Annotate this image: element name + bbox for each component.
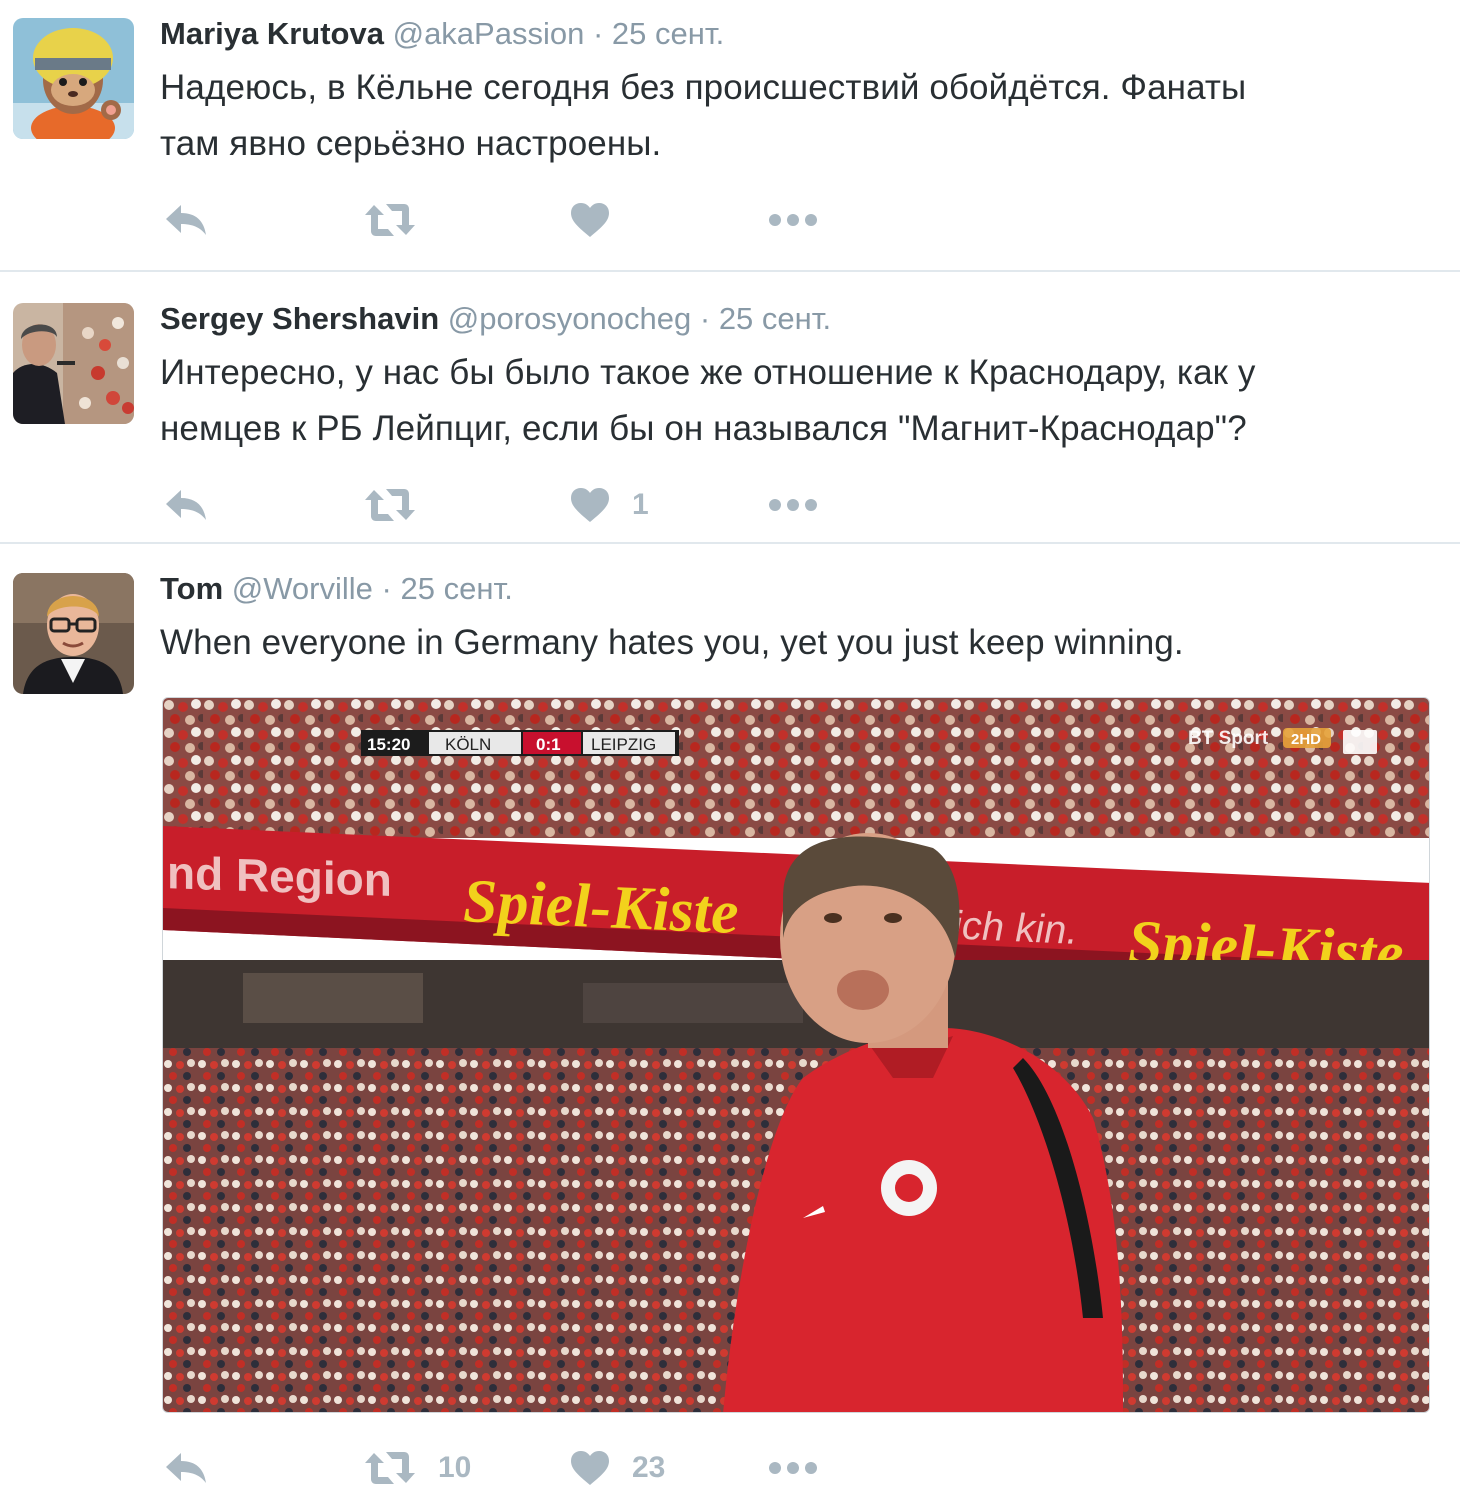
author-handle[interactable]: @akaPassion — [393, 16, 585, 51]
tweet-actions: 1 — [160, 480, 860, 530]
tweet-header: Tom @Worville · 25 сент. — [160, 569, 513, 609]
tweet-actions: 10 23 — [160, 1443, 860, 1493]
retweet-icon — [365, 489, 415, 521]
tweet-header: Mariya Krutova @akaPassion · 25 сент. — [160, 14, 724, 54]
tweet-text: When everyone in Germany hates you, yet … — [160, 615, 1420, 671]
reply-button[interactable] — [164, 480, 208, 530]
tweet-text: Надеюсь, в Кёльне сегодня без происшеств… — [160, 60, 1420, 172]
reply-icon — [166, 1453, 206, 1483]
score: 0:1 — [536, 735, 561, 754]
broadcaster-name: BT Sport — [1188, 728, 1269, 749]
like-count: 23 — [632, 1451, 666, 1484]
astronaut-bunny-avatar — [13, 18, 134, 139]
like-button[interactable]: 23 — [570, 1443, 665, 1493]
reply-button[interactable] — [164, 1443, 208, 1493]
tweet-text-line: Надеюсь, в Кёльне сегодня без происшеств… — [160, 68, 1247, 107]
timestamp[interactable]: 25 сент. — [612, 16, 724, 51]
avatar[interactable] — [13, 303, 134, 424]
reply-button[interactable] — [164, 195, 208, 245]
more-button[interactable] — [768, 195, 818, 245]
heart-icon — [571, 1451, 609, 1485]
author-name[interactable]: Sergey Shershavin — [160, 301, 439, 336]
more-dots-icon — [769, 499, 817, 511]
tweet-header: Sergey Shershavin @porosyonocheg · 25 се… — [160, 299, 831, 339]
tweet-text-line: немцев к РБ Лейпциг, если бы он называлс… — [160, 409, 1247, 448]
tweet-text-line: там явно серьёзно настроены. — [160, 124, 662, 163]
like-button[interactable]: 1 — [570, 480, 649, 530]
tweet-text-line: Интересно, у нас бы было такое же отноше… — [160, 353, 1256, 392]
man-with-glasses-avatar — [13, 573, 134, 694]
avatar[interactable] — [13, 18, 134, 139]
retweet-icon — [365, 204, 415, 236]
more-dots-icon — [769, 214, 817, 226]
retweet-button[interactable] — [364, 480, 416, 530]
timestamp[interactable]: 25 сент. — [719, 301, 831, 336]
author-name[interactable]: Mariya Krutova — [160, 16, 384, 51]
banner-ad-text: Spiel-Kiste — [463, 867, 738, 947]
tweet-actions — [160, 195, 860, 245]
heart-icon — [571, 488, 609, 522]
separator: · — [699, 301, 711, 336]
more-dots-icon — [769, 1462, 817, 1474]
more-button[interactable] — [768, 480, 818, 530]
timestamp[interactable]: 25 сент. — [400, 571, 512, 606]
more-button[interactable] — [768, 1443, 818, 1493]
retweet-count: 10 — [438, 1451, 472, 1484]
speaker-at-podium-avatar — [13, 303, 134, 424]
banner-mid-text: ich kin. — [953, 904, 1077, 953]
away-team: LEIPZIG — [591, 735, 656, 754]
heart-icon — [571, 203, 609, 237]
like-count: 1 — [632, 488, 649, 521]
tweet-2: Sergey Shershavin @porosyonocheg · 25 се… — [0, 272, 1460, 542]
tweet-1: Mariya Krutova @akaPassion · 25 сент. На… — [0, 0, 1460, 270]
separator: · — [381, 571, 392, 606]
match-clock: 15:20 — [367, 735, 410, 754]
video-still-coach-stadium: nd Region Spiel-Kiste ich kin. Spiel-Kis… — [163, 698, 1429, 1412]
reply-icon — [166, 205, 206, 235]
channel-badge: 2HD — [1291, 731, 1321, 748]
tweet-media[interactable]: nd Region Spiel-Kiste ich kin. Spiel-Kis… — [162, 697, 1430, 1413]
avatar[interactable] — [13, 573, 134, 694]
author-handle[interactable]: @Worville — [232, 571, 373, 606]
tweet-text: Интересно, у нас бы было такое же отноше… — [160, 345, 1420, 457]
separator: · — [592, 16, 604, 51]
retweet-icon — [365, 1452, 415, 1484]
banner-left-text: nd Region — [167, 846, 392, 906]
retweet-button[interactable] — [364, 195, 416, 245]
like-button[interactable] — [570, 195, 610, 245]
reply-icon — [166, 490, 206, 520]
tweet-text-line: When everyone in Germany hates you, yet … — [160, 623, 1184, 662]
retweet-button[interactable]: 10 — [364, 1443, 471, 1493]
home-team: KÖLN — [445, 735, 491, 754]
author-name[interactable]: Tom — [160, 571, 223, 606]
author-handle[interactable]: @porosyonocheg — [448, 301, 691, 336]
score-overlay: 15:20 KÖLN 0:1 LEIPZIG — [361, 730, 679, 756]
